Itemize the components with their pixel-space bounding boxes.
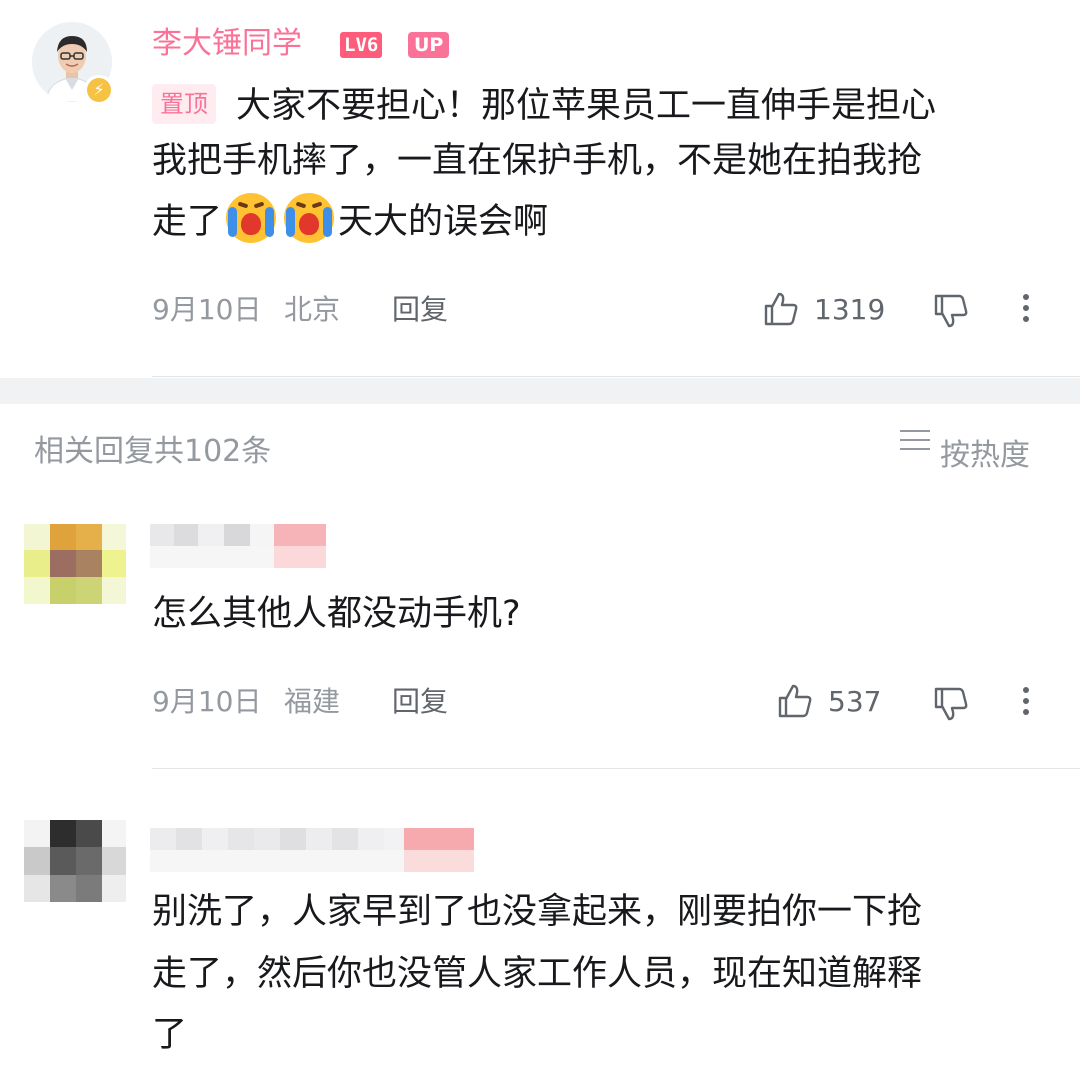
level-badge: LV6 xyxy=(340,32,383,58)
thumbs-down-icon xyxy=(934,687,968,721)
comment-text-line-3-start: 走了 xyxy=(152,202,223,242)
reply-text: 怎么其他人都没动手机? xyxy=(152,594,521,634)
comment-text-line-2: 我把手机摔了，一直在保护手机，不是她在拍我抢 xyxy=(152,141,923,181)
divider xyxy=(152,768,1080,769)
comment-text-line-1: 大家不要担心！那位苹果员工一直伸手是担心 xyxy=(236,86,937,126)
reply-text-line-2: 走了，然后你也没管人家工作人员，现在知道解释 xyxy=(152,954,923,994)
author-username[interactable]: 李大锤同学 xyxy=(152,22,302,66)
reply-date: 9月10日 xyxy=(152,685,262,718)
like-button[interactable] xyxy=(762,290,800,332)
comment-date: 9月10日 xyxy=(152,293,262,326)
sort-label: 按热度 xyxy=(940,438,1030,473)
thumbs-up-icon xyxy=(778,684,812,718)
like-count: 1319 xyxy=(814,293,886,326)
sort-by-popularity-button[interactable]: 按热度 xyxy=(900,430,1030,478)
sort-menu-icon xyxy=(900,430,930,457)
like-button[interactable] xyxy=(776,682,814,724)
thumbs-up-icon xyxy=(764,292,798,326)
reply-avatar-blurred[interactable] xyxy=(24,820,126,902)
crying-face-emoji-icon xyxy=(284,193,335,243)
reply-text-line-3: 了 xyxy=(152,1015,188,1055)
dislike-button[interactable] xyxy=(932,685,970,727)
up-badge: UP xyxy=(408,32,450,58)
crying-face-emoji-icon xyxy=(226,193,277,243)
comment-text-line-3: 走了 天大的误会啊 xyxy=(152,193,548,251)
more-options-icon[interactable] xyxy=(1022,294,1030,327)
divider xyxy=(152,376,1080,377)
more-options-icon[interactable] xyxy=(1022,687,1030,720)
replies-count-header: 相关回复共102条 xyxy=(34,434,272,469)
reply-text-line-1: 别洗了，人家早到了也没拿起来，刚要拍你一下抢 xyxy=(152,892,923,932)
section-separator xyxy=(0,378,1080,404)
verified-badge-icon: ⚡ xyxy=(84,75,114,105)
like-count: 537 xyxy=(828,685,882,718)
reply-avatar-blurred[interactable] xyxy=(24,524,126,604)
reply-button[interactable]: 回复 xyxy=(392,682,448,722)
reply-location: 福建 xyxy=(284,685,341,718)
dislike-button[interactable] xyxy=(932,292,970,334)
thumbs-down-icon xyxy=(934,294,968,328)
reply-username-blurred[interactable] xyxy=(150,828,474,872)
comment-location: 北京 xyxy=(284,293,341,326)
pinned-tag: 置顶 xyxy=(152,84,216,124)
comment-text-line-3-end: 天大的误会啊 xyxy=(338,202,549,242)
reply-username-blurred[interactable] xyxy=(150,524,326,568)
reply-button[interactable]: 回复 xyxy=(392,290,448,330)
